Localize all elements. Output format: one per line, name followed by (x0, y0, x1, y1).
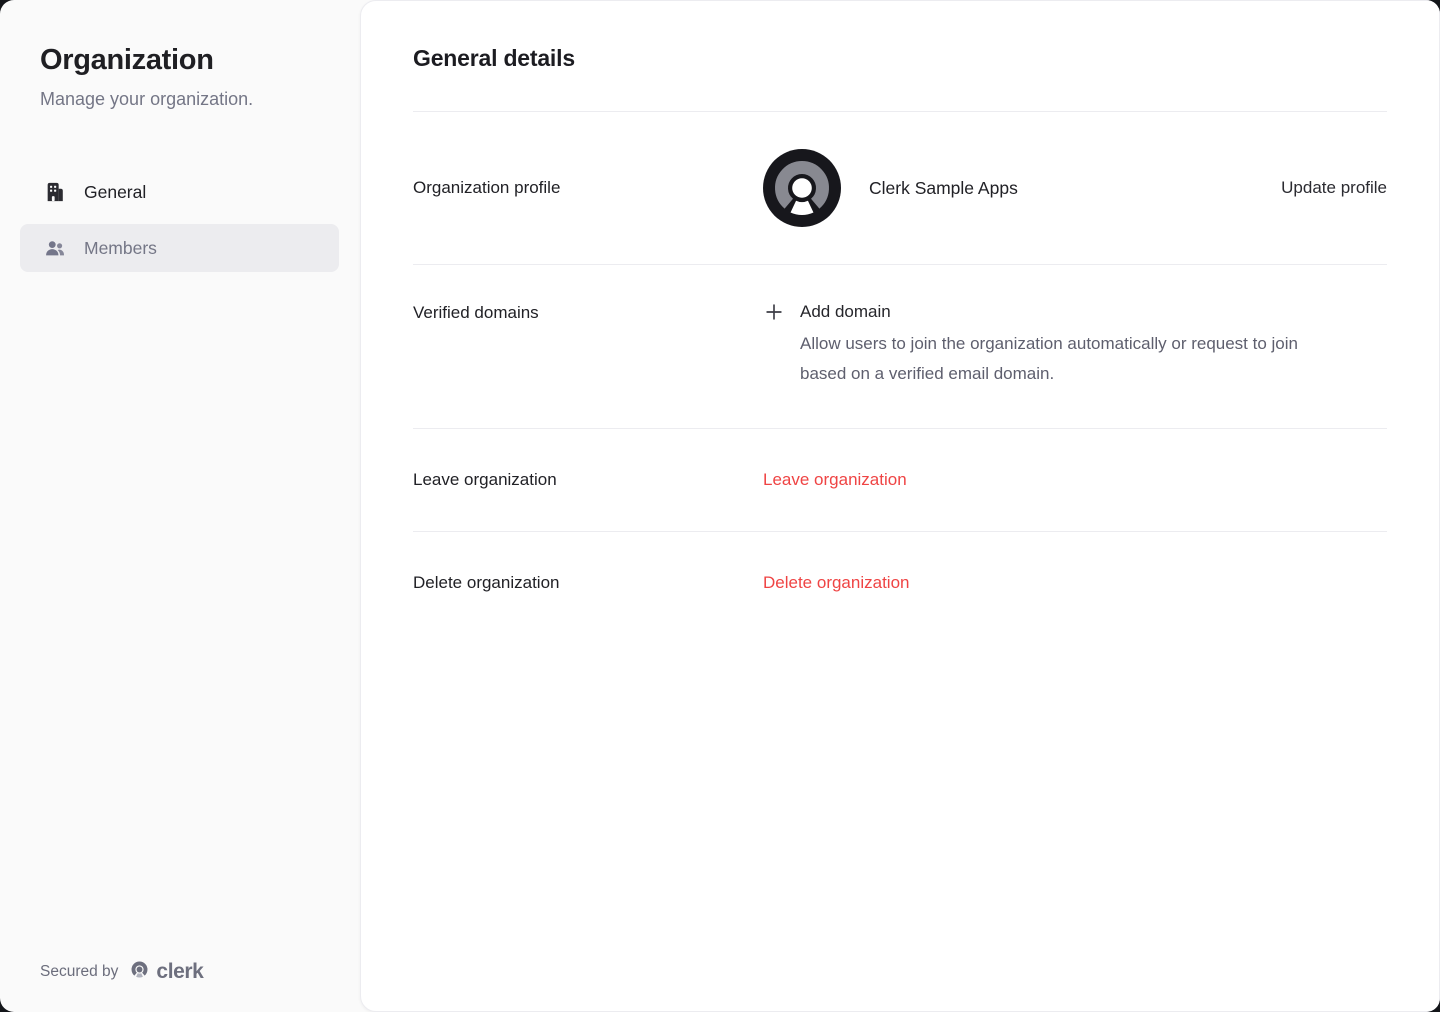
clerk-logo-icon (128, 958, 151, 986)
leave-organization-button[interactable]: Leave organization (763, 470, 907, 490)
sidebar-title: Organization (40, 44, 360, 77)
update-profile-button[interactable]: Update profile (1281, 178, 1387, 198)
row-label: Organization profile (413, 178, 763, 198)
leave-organization-row: Leave organization Leave organization (413, 428, 1387, 531)
organization-profile-row: Organization profile Clerk Sample Apps U… (413, 111, 1387, 264)
sidebar-subtitle: Manage your organization. (40, 89, 360, 110)
general-details-panel: General details Organization profile Cle… (360, 0, 1440, 1012)
sidebar-item-label: Members (84, 238, 157, 259)
verified-domains-row: Verified domains Add domain Allow users … (413, 264, 1387, 428)
organization-settings-modal: Organization Manage your organization. G… (0, 0, 1440, 1012)
row-label: Leave organization (413, 470, 763, 490)
delete-organization-button[interactable]: Delete organization (763, 573, 909, 593)
sidebar-item-label: General (84, 182, 146, 203)
row-label: Delete organization (413, 573, 763, 593)
add-domain-button[interactable]: Add domain (763, 301, 891, 323)
organization-name: Clerk Sample Apps (869, 178, 1018, 199)
row-label: Verified domains (413, 301, 763, 323)
building-icon (44, 181, 66, 203)
verified-domains-description: Allow users to join the organization aut… (800, 329, 1340, 389)
sidebar: Organization Manage your organization. G… (0, 0, 360, 1012)
sidebar-item-general[interactable]: General (20, 168, 339, 216)
sidebar-nav: General Members (20, 168, 339, 272)
add-domain-label: Add domain (800, 302, 891, 322)
plus-icon (763, 301, 785, 323)
clerk-wordmark: clerk (156, 960, 203, 984)
secured-by-footer: Secured by clerk (40, 958, 203, 986)
users-icon (44, 237, 66, 259)
secured-by-text: Secured by (40, 963, 118, 981)
organization-avatar (763, 149, 841, 227)
sidebar-item-members[interactable]: Members (20, 224, 339, 272)
page-title: General details (413, 1, 1387, 111)
delete-organization-row: Delete organization Delete organization (413, 531, 1387, 634)
clerk-brand-link[interactable]: clerk (128, 958, 203, 986)
